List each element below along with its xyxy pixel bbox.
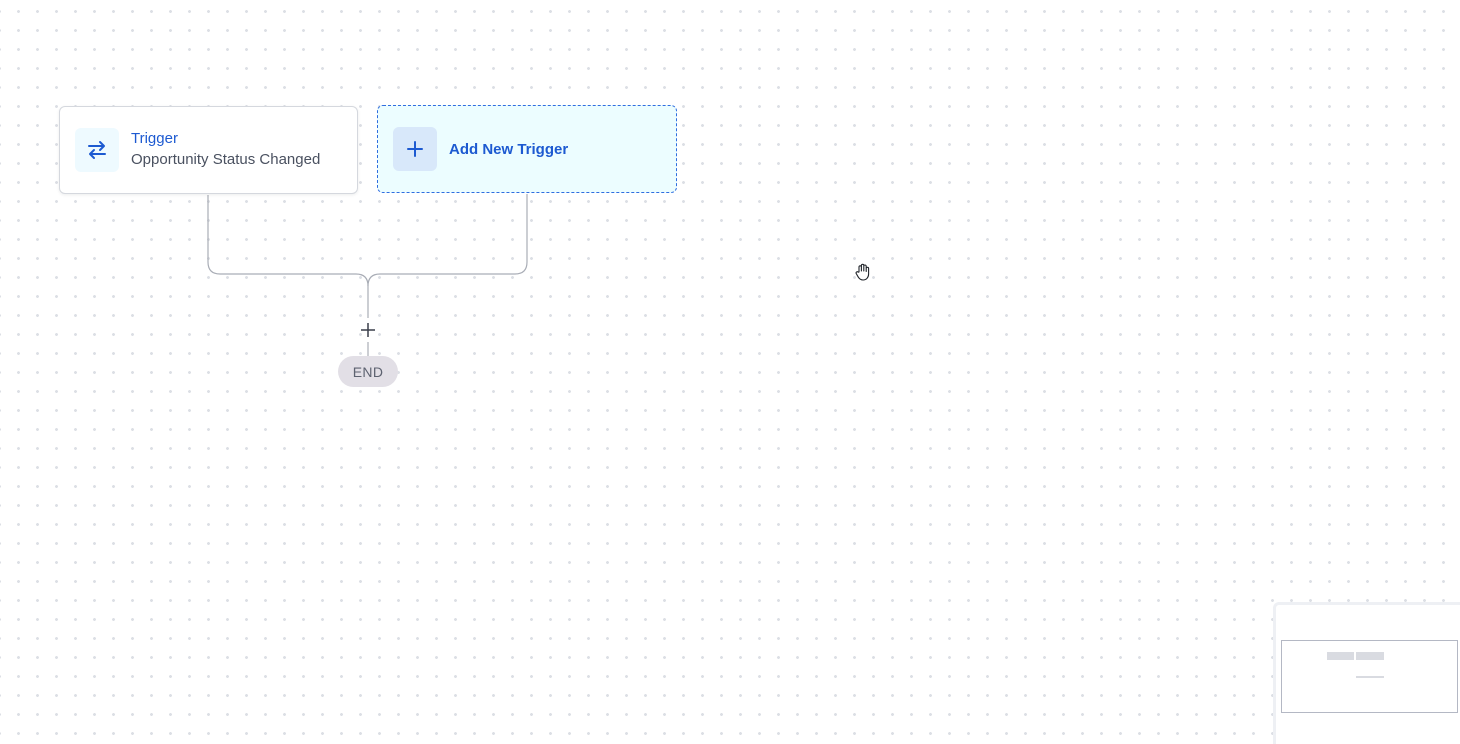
swap-arrows-icon [75,128,119,172]
minimap-add-trigger-node [1356,652,1384,660]
minimap[interactable] [1273,602,1460,744]
add-action-button[interactable] [358,320,378,340]
grab-hand-icon [853,262,873,282]
end-node: END [338,356,398,387]
minimap-end-node [1356,676,1384,678]
connector-from-trigger [207,195,369,318]
trigger-node-title: Trigger [131,130,178,147]
plus-icon [393,127,437,171]
trigger-node-text: Trigger Opportunity Status Changed [131,129,320,171]
trigger-node[interactable]: Trigger Opportunity Status Changed [59,106,358,194]
trigger-node-subtitle: Opportunity Status Changed [131,151,321,168]
workflow-canvas[interactable]: Trigger Opportunity Status Changed Add N… [0,0,1460,744]
minimap-trigger-node [1327,652,1354,660]
minimap-viewport[interactable] [1281,640,1458,713]
plus-icon [361,323,375,337]
add-new-trigger-label: Add New Trigger [449,140,569,158]
connector-from-add-trigger [367,194,528,287]
add-new-trigger-button[interactable]: Add New Trigger [377,105,677,193]
